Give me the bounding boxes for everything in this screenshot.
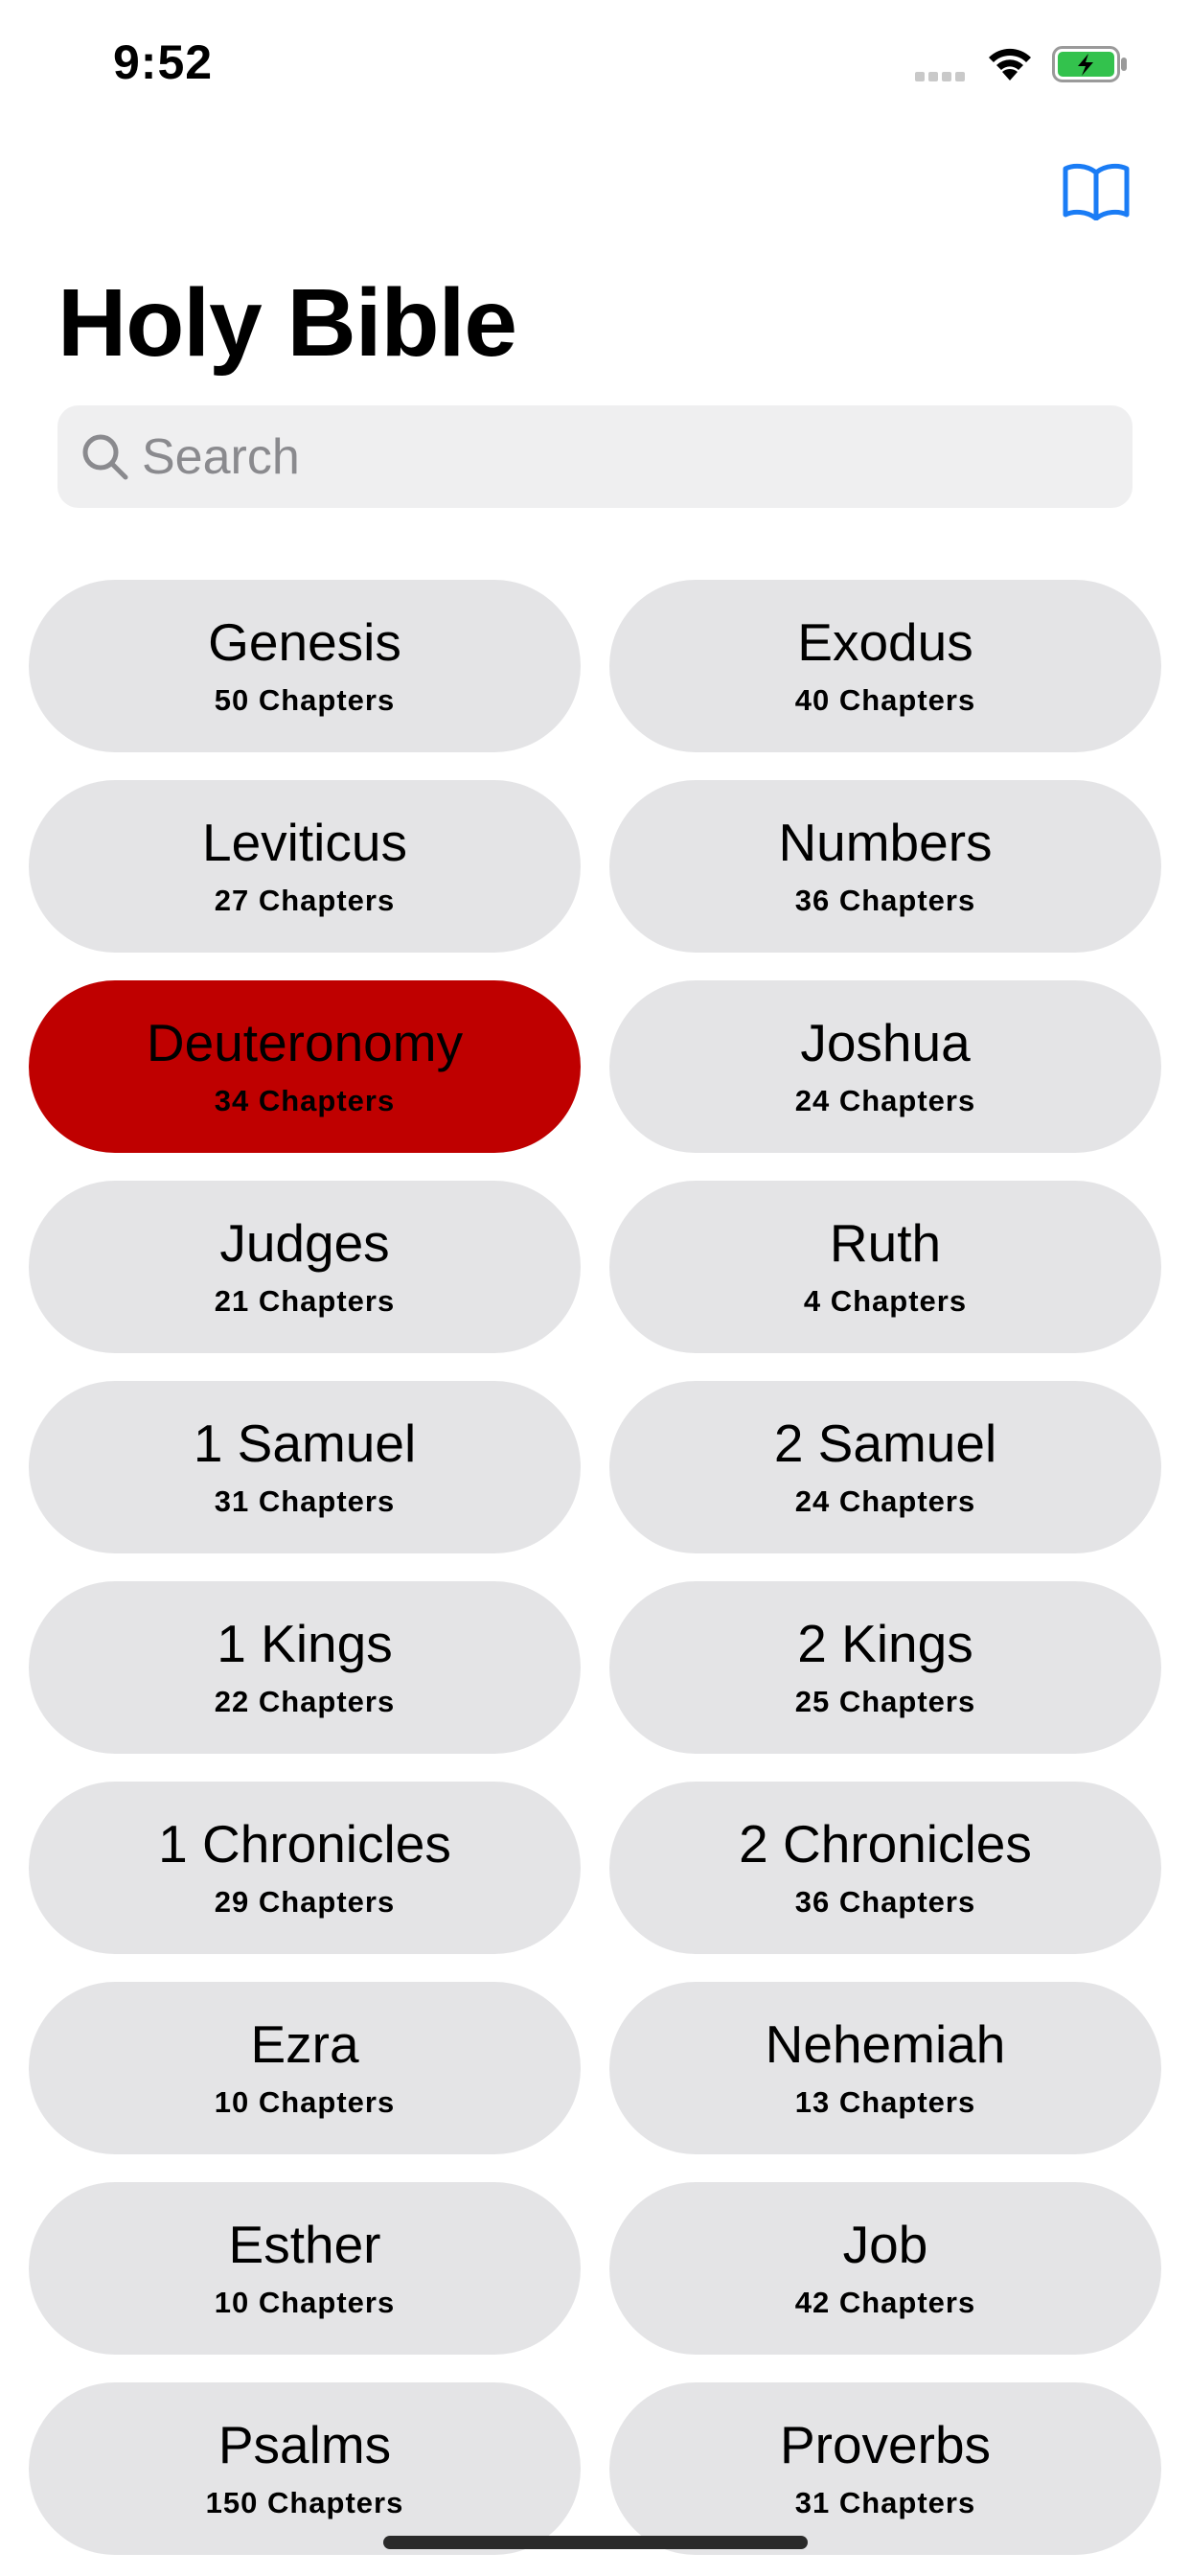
book-card-ruth[interactable]: Ruth 4 Chapters [609,1181,1161,1353]
book-chapters: 42 Chapters [794,2286,976,2319]
book-name: Genesis [208,612,401,672]
status-bar: 9:52 [0,0,1190,125]
battery-charging-icon [1052,46,1127,82]
status-time: 9:52 [113,35,214,89]
book-card-nehemiah[interactable]: Nehemiah 13 Chapters [609,1982,1161,2154]
book-name: Exodus [797,612,973,672]
cellular-signal-icon [915,69,971,81]
book-chapters: 150 Chapters [205,2486,404,2519]
book-chapters: 22 Chapters [214,1685,396,1718]
book-card-2-kings[interactable]: 2 Kings 25 Chapters [609,1581,1161,1754]
book-chapters: 24 Chapters [794,1084,976,1117]
book-card-joshua[interactable]: Joshua 24 Chapters [609,980,1161,1153]
book-name: Numbers [778,813,993,872]
book-chapters: 50 Chapters [214,683,396,717]
book-card-ezra[interactable]: Ezra 10 Chapters [29,1982,581,2154]
search-input[interactable] [142,405,1100,508]
book-chapters: 40 Chapters [794,683,976,717]
book-name: Proverbs [779,2415,992,2474]
book-card-esther[interactable]: Esther 10 Chapters [29,2182,581,2355]
book-chapters: 24 Chapters [794,1484,976,1518]
book-card-1-chronicles[interactable]: 1 Chronicles 29 Chapters [29,1782,581,1954]
book-chapters: 21 Chapters [214,1284,396,1318]
book-name: Judges [219,1213,390,1273]
page-title: Holy Bible [57,269,517,377]
book-chapters: 29 Chapters [214,1885,396,1919]
book-card-judges[interactable]: Judges 21 Chapters [29,1181,581,1353]
search-bar[interactable] [57,405,1133,508]
book-chapters: 36 Chapters [794,884,976,917]
book-name: 2 Chronicles [739,1814,1032,1874]
book-name: Deuteronomy [146,1013,464,1072]
book-chapters: 4 Chapters [803,1284,968,1318]
book-chapters: 36 Chapters [794,1885,976,1919]
wifi-icon [989,48,1031,80]
book-card-job[interactable]: Job 42 Chapters [609,2182,1161,2355]
home-indicator[interactable] [383,2536,808,2549]
book-card-leviticus[interactable]: Leviticus 27 Chapters [29,780,581,953]
book-name: Leviticus [202,813,407,872]
book-chapters: 27 Chapters [214,884,396,917]
book-name: Ruth [829,1213,942,1273]
book-name: Ezra [250,2014,359,2074]
book-name: 1 Samuel [193,1414,417,1473]
book-name: Joshua [800,1013,971,1072]
book-card-2-samuel[interactable]: 2 Samuel 24 Chapters [609,1381,1161,1553]
book-chapters: 10 Chapters [214,2286,396,2319]
book-name: 1 Chronicles [158,1814,451,1874]
book-name: Esther [228,2215,381,2274]
book-icon[interactable] [1062,161,1131,220]
book-chapters: 25 Chapters [794,1685,976,1718]
search-icon [82,434,128,480]
book-card-deuteronomy[interactable]: Deuteronomy 34 Chapters [29,980,581,1153]
book-name: Job [842,2215,928,2274]
book-card-1-kings[interactable]: 1 Kings 22 Chapters [29,1581,581,1754]
book-chapters: 31 Chapters [214,1484,396,1518]
book-name: Psalms [217,2415,392,2474]
book-name: 2 Kings [797,1614,973,1673]
book-card-2-chronicles[interactable]: 2 Chronicles 36 Chapters [609,1782,1161,1954]
book-name: 1 Kings [217,1614,393,1673]
book-chapters: 31 Chapters [794,2486,976,2519]
book-card-psalms[interactable]: Psalms 150 Chapters [29,2382,581,2555]
book-name: 2 Samuel [773,1414,997,1473]
book-chapters: 13 Chapters [794,2085,976,2119]
book-chapters: 34 Chapters [214,1084,396,1117]
book-card-numbers[interactable]: Numbers 36 Chapters [609,780,1161,953]
book-card-1-samuel[interactable]: 1 Samuel 31 Chapters [29,1381,581,1553]
book-card-proverbs[interactable]: Proverbs 31 Chapters [609,2382,1161,2555]
book-card-exodus[interactable]: Exodus 40 Chapters [609,580,1161,752]
book-name: Nehemiah [765,2014,1006,2074]
book-card-genesis[interactable]: Genesis 50 Chapters [29,580,581,752]
book-chapters: 10 Chapters [214,2085,396,2119]
